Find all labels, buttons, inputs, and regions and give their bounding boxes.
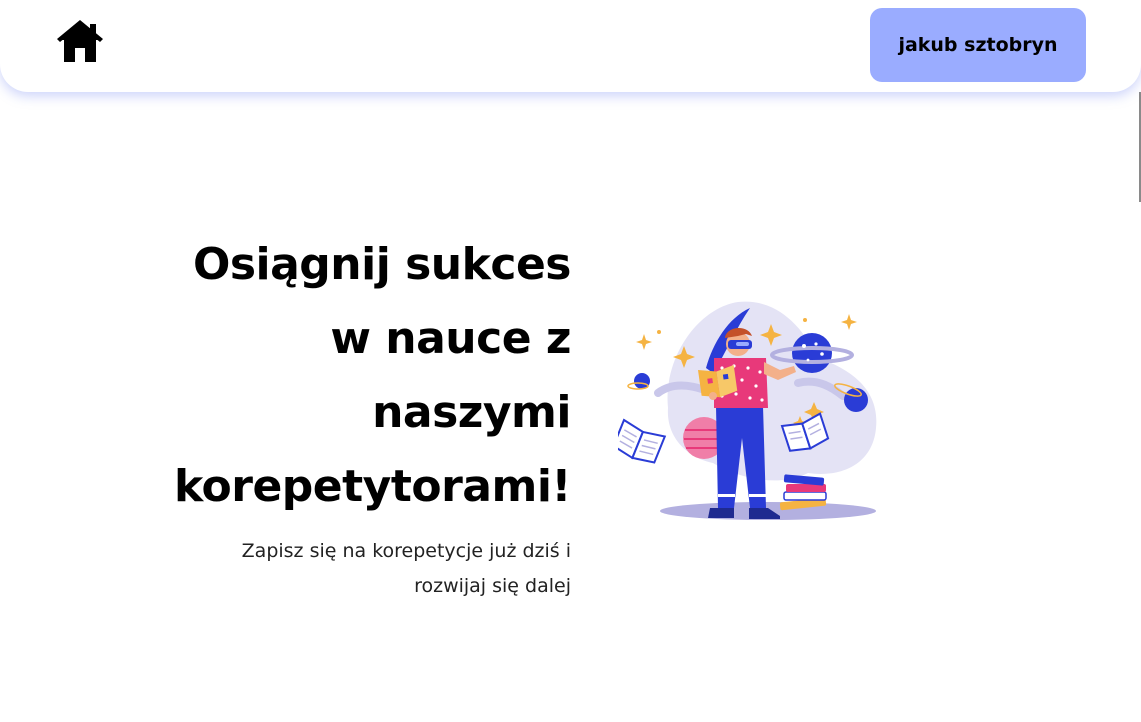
hero-title-line: Osiągnij sukces bbox=[192, 239, 572, 290]
hero-title-line: naszymi bbox=[372, 387, 571, 438]
student-studying-illustration bbox=[612, 298, 882, 524]
hero-title-line: w nauce z bbox=[330, 313, 571, 364]
home-link[interactable] bbox=[55, 20, 105, 64]
navbar: jakub sztobryn bbox=[0, 0, 1141, 92]
hero-title: Osiągnij sukces w nauce z naszymi korepe… bbox=[150, 228, 572, 524]
hero-title-line: korepetytorami! bbox=[173, 461, 572, 512]
hero-subtitle-line: rozwijaj się dalej bbox=[414, 575, 571, 597]
home-icon bbox=[57, 20, 103, 62]
hero-subtitle-line: Zapisz się na korepetycje już dziś i bbox=[241, 540, 571, 562]
user-account-button[interactable]: jakub sztobryn bbox=[870, 8, 1086, 82]
hero-section: Osiągnij sukces w nauce z naszymi korepe… bbox=[150, 228, 572, 604]
hero-subtitle: Zapisz się na korepetycje już dziś i roz… bbox=[150, 534, 571, 604]
